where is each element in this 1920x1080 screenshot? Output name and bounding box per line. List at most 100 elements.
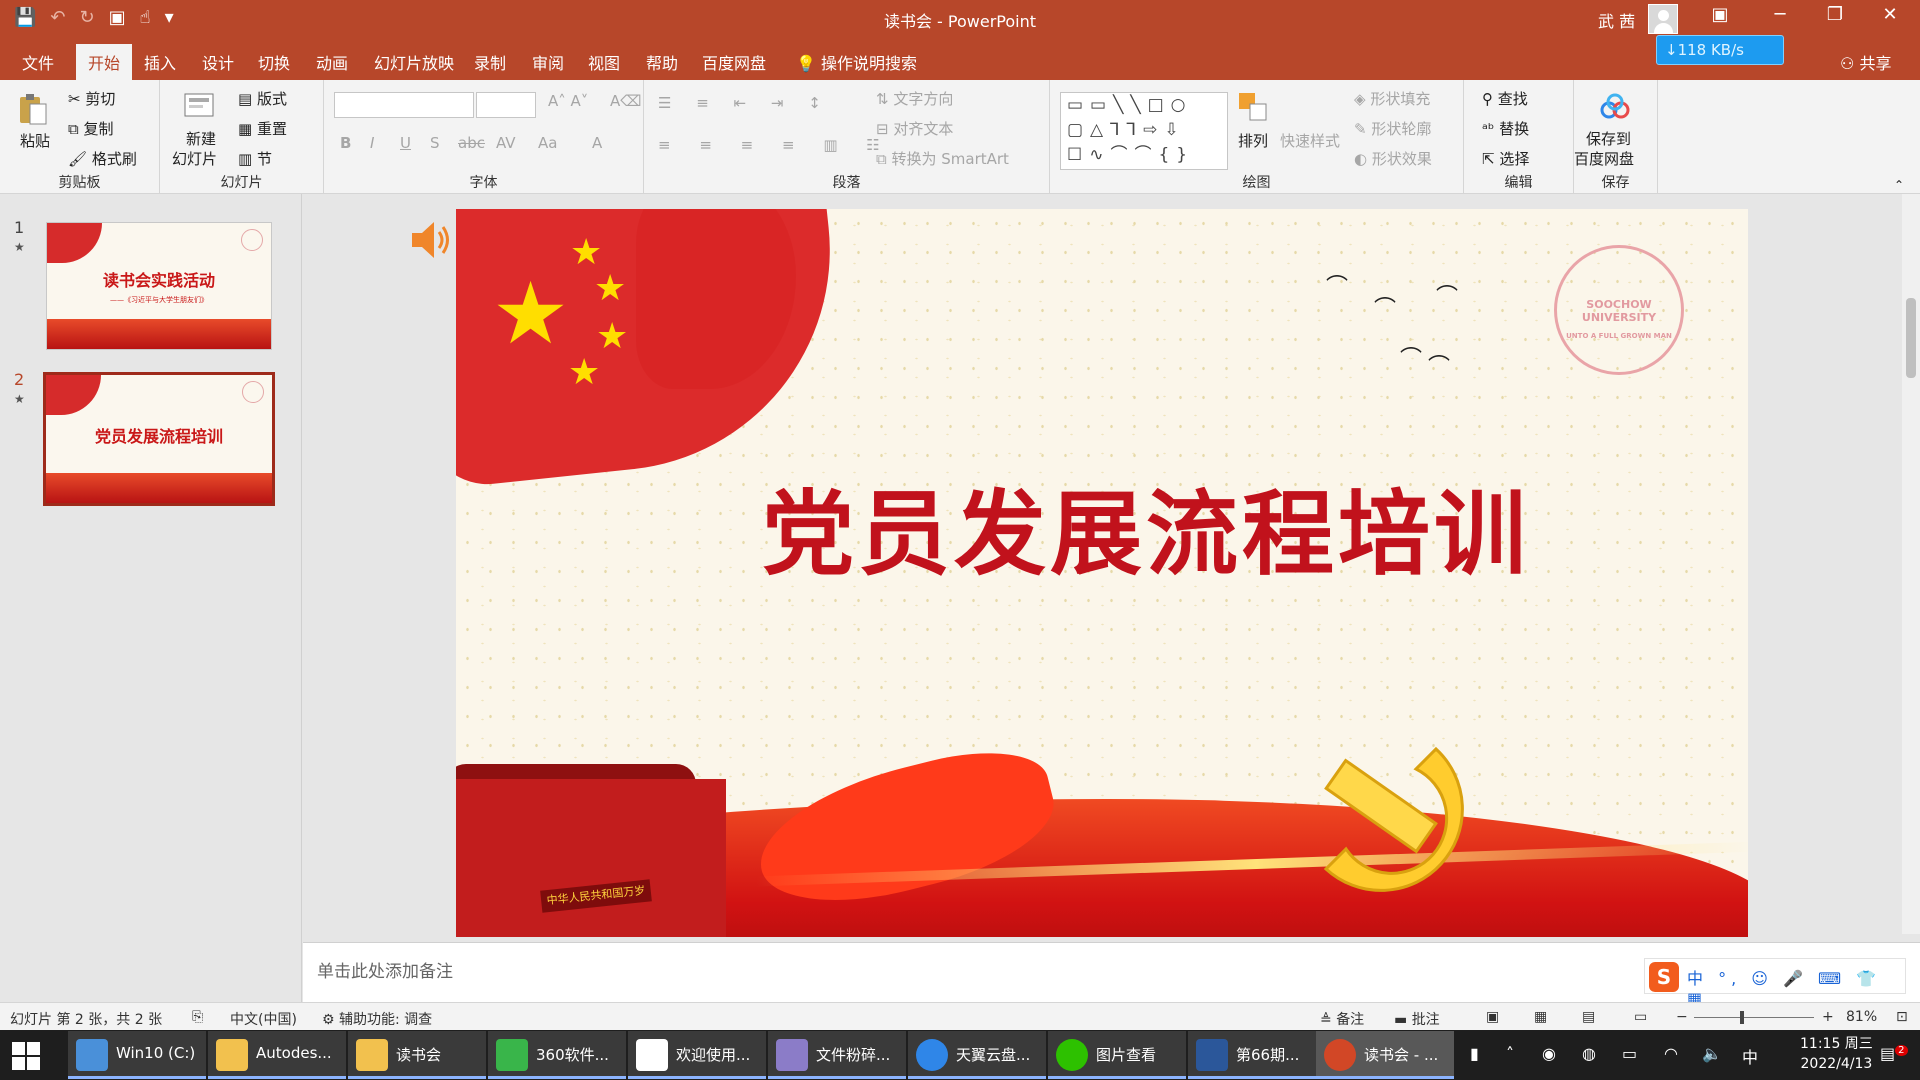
text-direction-button[interactable]: ⇅ 文字方向 xyxy=(876,88,953,109)
audio-speaker-icon[interactable] xyxy=(410,218,450,262)
clock[interactable]: 11:15 周三 2022/4/13 xyxy=(1800,1034,1873,1074)
current-slide[interactable]: ★ ★ ★ ★ ★ ⌒ ⌒ ⌒ ⌒ ⌒ SOOCHOW UNIVERSITY U… xyxy=(456,209,1748,937)
baidu-netdisk-icon[interactable] xyxy=(1598,90,1632,124)
tab-baidu-netdisk[interactable]: 百度网盘 xyxy=(702,50,766,74)
network-speed-widget[interactable]: ↓118 KB/s xyxy=(1656,35,1784,65)
restore-button[interactable]: ❐ xyxy=(1805,4,1865,25)
tell-me-search[interactable]: 💡 操作说明搜索 xyxy=(796,50,917,74)
grow-font-icon[interactable]: A˄ A˅ xyxy=(548,92,588,110)
shape-effects-button[interactable]: ◐ 形状效果 xyxy=(1354,148,1432,169)
bold-button[interactable]: B xyxy=(340,134,351,152)
font-color-button[interactable]: A xyxy=(592,134,602,152)
shadow-button[interactable]: S xyxy=(430,134,440,152)
device-tray-icon[interactable]: ▭ xyxy=(1622,1044,1637,1063)
arrange-icon[interactable] xyxy=(1236,90,1270,124)
vertical-scrollbar[interactable] xyxy=(1902,194,1920,934)
cut-button[interactable]: ✂ 剪切 xyxy=(68,88,115,109)
italic-button[interactable]: I xyxy=(370,134,374,152)
font-name-combo[interactable] xyxy=(334,92,474,118)
zoom-slider-knob[interactable] xyxy=(1740,1011,1744,1024)
char-spacing-button[interactable]: AV xyxy=(496,134,516,152)
share-button[interactable]: ⚇ 共享 xyxy=(1840,50,1891,74)
taskbar-app[interactable]: 读书会 xyxy=(348,1031,486,1079)
scrollbar-thumb[interactable] xyxy=(1906,298,1916,378)
fit-slide-icon[interactable]: ⊡ xyxy=(1896,1009,1908,1025)
tab-slideshow[interactable]: 幻灯片放映 xyxy=(374,50,454,74)
accessibility-status[interactable]: ⚙ 辅助功能: 调查 xyxy=(322,1009,432,1029)
windows-start-icon[interactable] xyxy=(12,1042,40,1070)
tab-home[interactable]: 开始 xyxy=(76,44,133,80)
notes-toggle[interactable]: ≜ 备注 xyxy=(1320,1009,1364,1029)
slide-title[interactable]: 党员发展流程培训 xyxy=(726,479,1566,589)
clear-formatting-icon[interactable]: A⌫ xyxy=(610,92,641,110)
slideshow-view-icon[interactable]: ▭ xyxy=(1634,1009,1647,1025)
sogou-ime-logo[interactable]: S xyxy=(1649,962,1679,992)
new-slide-label[interactable]: 新建 xyxy=(186,128,216,149)
shape-outline-button[interactable]: ✎ 形状轮廓 xyxy=(1354,118,1431,139)
format-painter-button[interactable]: 🖌 格式刷 xyxy=(68,148,137,169)
volume-icon[interactable]: 🔈 xyxy=(1702,1044,1722,1063)
wechat-tray-icon[interactable]: ◉ xyxy=(1542,1044,1556,1063)
layout-button[interactable]: ▤ 版式 xyxy=(238,88,287,109)
tab-animations[interactable]: 动画 xyxy=(316,50,348,74)
paste-icon[interactable] xyxy=(16,92,50,126)
font-size-combo[interactable] xyxy=(476,92,536,118)
spellcheck-icon[interactable]: ⎘ xyxy=(192,1009,203,1025)
collapse-ribbon-icon[interactable]: ⌃ xyxy=(1894,178,1904,192)
notification-center-icon[interactable]: ▤ 2 xyxy=(1880,1044,1908,1063)
find-button[interactable]: ⚲ 查找 xyxy=(1482,88,1528,109)
slide-thumbnail-2[interactable]: 党员发展流程培训 xyxy=(43,372,275,506)
save-to-label-2[interactable]: 百度网盘 xyxy=(1574,148,1634,169)
taskbar-app[interactable]: 欢迎使用... xyxy=(628,1031,766,1079)
minimize-button[interactable]: ─ xyxy=(1750,4,1810,25)
tab-view[interactable]: 视图 xyxy=(588,50,620,74)
tab-record[interactable]: 录制 xyxy=(474,50,506,74)
comments-toggle[interactable]: ▬ 批注 xyxy=(1394,1009,1440,1029)
slide-sorter-icon[interactable]: ▦ xyxy=(1534,1009,1547,1025)
shapes-gallery[interactable]: ▭▭╲╲□○ ▢△⅂⅂⇨⇩ ☐∿⌒⌒{} xyxy=(1060,92,1228,170)
show-hidden-icons-icon[interactable]: ˄ xyxy=(1506,1044,1514,1063)
tab-insert[interactable]: 插入 xyxy=(144,50,176,74)
taskbar-app[interactable]: 读书会 - ... xyxy=(1316,1031,1454,1079)
notes-placeholder[interactable]: 单击此处添加备注 xyxy=(317,957,453,982)
alignment-buttons-icon[interactable]: ≡ ≡ ≡ ≡ ▥ ☷ xyxy=(658,136,892,154)
security-tray-icon[interactable]: ◍ xyxy=(1582,1044,1596,1063)
slide-thumbnail-1[interactable]: 读书会实践活动 ——《习近平与大学生朋友们》 xyxy=(46,222,272,350)
copy-button[interactable]: ⧉ 复制 xyxy=(68,118,114,139)
smartart-button[interactable]: ⧉ 转换为 SmartArt xyxy=(876,148,1009,169)
ime-toolbar[interactable]: S 中 °, ☺ 🎤 ⌨ 👕 ▦ xyxy=(1644,958,1906,1008)
zoom-out-icon[interactable]: − xyxy=(1676,1009,1688,1025)
taskbar-app[interactable]: 文件粉碎... xyxy=(768,1031,906,1079)
avatar[interactable] xyxy=(1648,4,1678,34)
battery-icon[interactable]: ▮ xyxy=(1470,1044,1479,1063)
zoom-slider[interactable] xyxy=(1694,1017,1814,1018)
strikethrough-button[interactable]: abc xyxy=(458,134,485,152)
taskbar-app[interactable]: 第66期... xyxy=(1188,1031,1326,1079)
shape-fill-button[interactable]: ◈ 形状填充 xyxy=(1354,88,1430,109)
ime-tray-indicator[interactable]: 中 xyxy=(1742,1044,1758,1068)
tab-review[interactable]: 审阅 xyxy=(532,50,564,74)
tab-help[interactable]: 帮助 xyxy=(646,50,678,74)
select-button[interactable]: ⇱ 选择 xyxy=(1482,148,1529,169)
save-to-label[interactable]: 保存到 xyxy=(1586,128,1631,149)
new-slide-icon[interactable] xyxy=(182,88,216,122)
taskbar-app[interactable]: 360软件... xyxy=(488,1031,626,1079)
taskbar-app[interactable]: 天翼云盘... xyxy=(908,1031,1046,1079)
tab-file[interactable]: 文件 xyxy=(22,50,54,74)
list-buttons-icon[interactable]: ☰ ≡ ⇤ ⇥ ↕ xyxy=(658,94,831,112)
change-case-button[interactable]: Aa xyxy=(538,134,557,152)
arrange-button[interactable]: 排列 xyxy=(1238,130,1268,151)
tab-design[interactable]: 设计 xyxy=(202,50,234,74)
new-slide-label-2[interactable]: 幻灯片 xyxy=(172,148,217,169)
taskbar-app[interactable]: Win10 (C:) xyxy=(68,1031,206,1079)
zoom-in-icon[interactable]: + xyxy=(1822,1009,1834,1025)
replace-button[interactable]: ᵃᵇ 替换 xyxy=(1482,118,1529,139)
underline-button[interactable]: U xyxy=(400,134,411,152)
wifi-icon[interactable]: ◠ xyxy=(1664,1044,1678,1063)
taskbar-app[interactable]: Autodes... xyxy=(208,1031,346,1079)
align-text-button[interactable]: ⊟ 对齐文本 xyxy=(876,118,953,139)
section-button[interactable]: ▥ 节 xyxy=(238,148,272,169)
paste-button[interactable]: 粘贴 xyxy=(20,130,50,151)
close-button[interactable]: ✕ xyxy=(1860,4,1920,25)
taskbar-app[interactable]: 图片查看 xyxy=(1048,1031,1186,1079)
